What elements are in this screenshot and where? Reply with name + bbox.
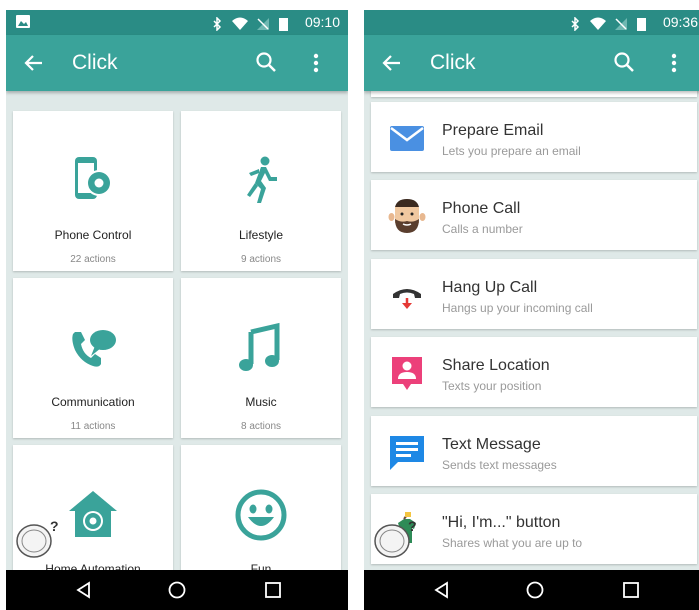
action-title: Prepare Email: [442, 122, 544, 139]
image-notification-icon: [16, 15, 30, 28]
category-card-fun[interactable]: Fun: [181, 445, 341, 570]
nav-recents-icon[interactable]: [263, 580, 283, 600]
category-count: 8 actions: [240, 421, 282, 432]
bearded-face-icon: [388, 199, 426, 233]
left-phone-screen: 09:10 Click Phone Control 22 actions Lif…: [6, 10, 348, 610]
wifi-icon: [231, 17, 248, 30]
navigation-bar: [364, 570, 699, 610]
action-title: Text Message: [442, 436, 541, 453]
action-item-prepare-email[interactable]: Prepare Email Lets you prepare an email: [371, 102, 697, 172]
nav-home-icon[interactable]: [525, 580, 545, 600]
action-subtitle: Calls a number: [442, 222, 523, 236]
assistant-bot-icon[interactable]: ?: [14, 515, 62, 561]
search-icon[interactable]: [612, 50, 636, 74]
envelope-icon: [390, 126, 424, 151]
action-item-text-message[interactable]: Text Message Sends text messages: [371, 416, 697, 486]
overflow-menu-icon[interactable]: [662, 51, 686, 75]
action-subtitle: Shares what you are up to: [442, 536, 583, 550]
app-title: Click: [72, 51, 118, 74]
phone-settings-icon: [75, 157, 112, 199]
hang-up-icon: [393, 289, 421, 309]
no-signal-icon: [615, 17, 628, 30]
category-name: Lifestyle: [238, 228, 284, 242]
status-bar: 09:36: [364, 10, 699, 35]
music-note-icon: [239, 322, 280, 371]
action-subtitle: Sends text messages: [442, 458, 557, 472]
navigation-bar: [6, 570, 348, 610]
overflow-menu-icon[interactable]: [304, 51, 328, 75]
app-title: Click: [430, 51, 476, 74]
category-name: Phone Control: [54, 228, 132, 242]
action-title: Share Location: [442, 357, 550, 374]
category-card-lifestyle[interactable]: Lifestyle 9 actions: [181, 111, 341, 271]
category-card-music[interactable]: Music 8 actions: [181, 278, 341, 438]
right-phone-screen: 09:36 Click Prepare Email Lets you prepa…: [364, 10, 699, 610]
category-name: Home Automation: [45, 562, 141, 570]
category-card-phone-control[interactable]: Phone Control 22 actions: [13, 111, 173, 271]
no-signal-icon: [257, 17, 270, 30]
toolbar: Click: [364, 35, 699, 91]
nav-back-icon[interactable]: [432, 580, 452, 600]
home-gear-icon: [69, 491, 117, 537]
svg-text:?: ?: [408, 518, 417, 534]
status-bar: 09:10: [6, 10, 348, 35]
back-arrow-icon[interactable]: [22, 51, 46, 75]
action-item-phone-call[interactable]: Phone Call Calls a number: [371, 180, 697, 250]
category-count: 11 actions: [70, 421, 116, 432]
category-name: Communication: [51, 395, 135, 409]
category-count: 9 actions: [240, 254, 282, 265]
smiley-icon: [235, 489, 287, 541]
status-icons: [570, 15, 646, 32]
search-icon[interactable]: [254, 50, 278, 74]
category-name: Fun: [250, 562, 272, 570]
category-name: Music: [245, 395, 277, 409]
category-grid: Phone Control 22 actions Lifestyle 9 act…: [6, 91, 348, 570]
action-subtitle: Texts your position: [442, 379, 542, 393]
list-item[interactable]: [371, 91, 697, 97]
status-time: 09:10: [304, 14, 340, 30]
location-pin-icon: [392, 357, 422, 390]
runner-icon: [247, 156, 277, 203]
action-title: Phone Call: [442, 200, 521, 217]
status-time: 09:36: [662, 14, 698, 30]
action-item-share-location[interactable]: Share Location Texts your position: [371, 337, 697, 407]
nav-home-icon[interactable]: [167, 580, 187, 600]
status-icons: [212, 15, 288, 32]
nav-back-icon[interactable]: [74, 580, 94, 600]
phone-chat-icon: [72, 330, 116, 367]
battery-icon: [279, 17, 288, 31]
action-item-hang-up-call[interactable]: Hang Up Call Hangs up your incoming call: [371, 259, 697, 329]
toolbar: Click: [6, 35, 348, 91]
action-list: Prepare Email Lets you prepare an email …: [364, 91, 699, 570]
wifi-icon: [589, 17, 606, 30]
nav-recents-icon[interactable]: [621, 580, 641, 600]
category-card-communication[interactable]: Communication 11 actions: [13, 278, 173, 438]
back-arrow-icon[interactable]: [380, 51, 404, 75]
action-title: Hang Up Call: [442, 279, 538, 296]
action-subtitle: Hangs up your incoming call: [442, 301, 593, 315]
assistant-bot-icon[interactable]: ?: [372, 515, 420, 561]
action-title: "Hi, I'm..." button: [442, 514, 561, 531]
bluetooth-icon: [213, 15, 222, 32]
svg-text:?: ?: [50, 518, 59, 534]
bluetooth-icon: [571, 15, 580, 32]
battery-icon: [637, 17, 646, 31]
action-subtitle: Lets you prepare an email: [442, 144, 581, 158]
message-bubble-icon: [390, 436, 424, 470]
category-count: 22 actions: [70, 254, 116, 265]
